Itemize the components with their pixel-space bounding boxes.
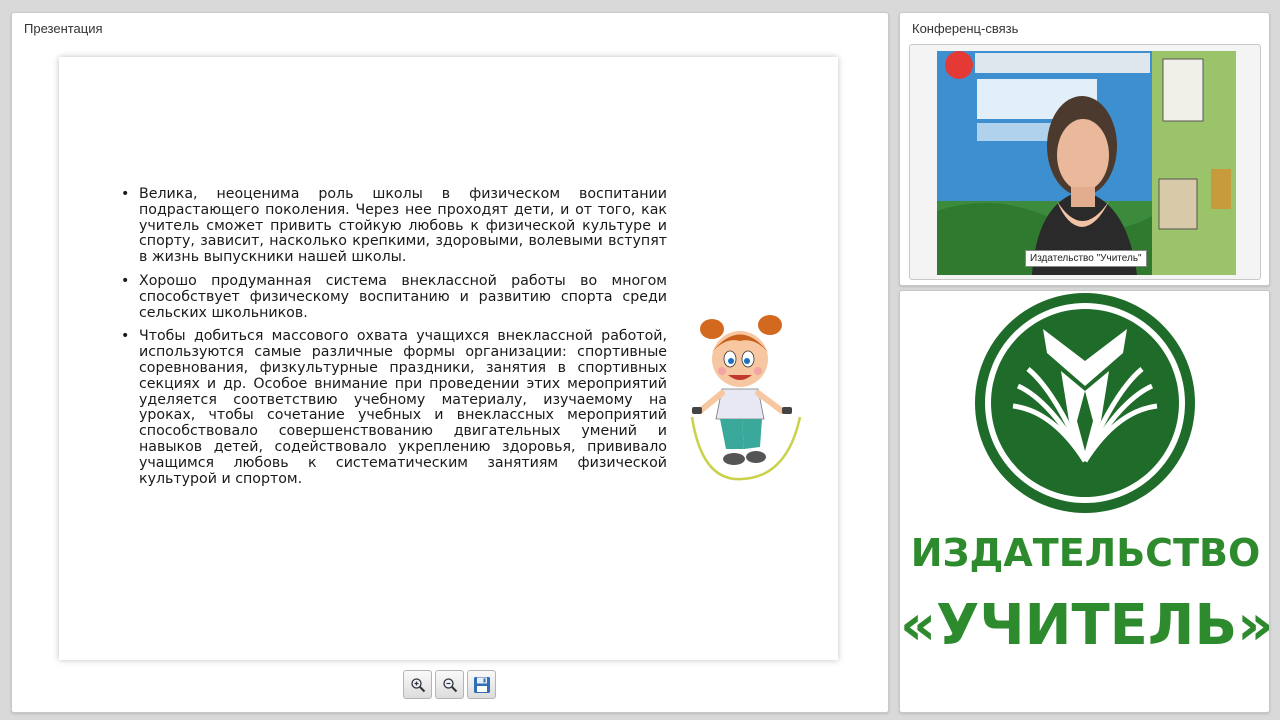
- slide-bullet-list: Велика, неоценима роль школы в физическо…: [119, 186, 667, 495]
- slide: Велика, неоценима роль школы в физическо…: [59, 57, 838, 660]
- conference-title: Конференц-связь: [912, 21, 1019, 36]
- slide-bullet: Велика, неоценима роль школы в физическо…: [119, 186, 667, 266]
- zoom-in-icon: [410, 677, 425, 692]
- zoom-in-button[interactable]: [403, 670, 432, 699]
- girl-jumping-rope-illustration: [690, 315, 802, 481]
- presentation-title: Презентация: [24, 21, 103, 36]
- webcam-video[interactable]: Издательство "Учитель": [937, 51, 1236, 275]
- video-frame: Издательство "Учитель": [909, 44, 1261, 280]
- save-button[interactable]: [467, 670, 496, 699]
- slide-bullet: Хорошо продуманная система внеклассной р…: [119, 273, 667, 321]
- caller-name-label: Издательство "Учитель": [1025, 250, 1147, 267]
- conference-panel: Конференц-связь Издательство "Учитель": [899, 12, 1270, 286]
- presentation-panel: Презентация Велика, неоценима роль школы…: [11, 12, 889, 713]
- zoom-out-icon: [442, 677, 457, 692]
- zoom-out-button[interactable]: [435, 670, 464, 699]
- webcam-feed-image: [937, 51, 1236, 275]
- floppy-disk-icon: [473, 676, 490, 693]
- publisher-name: «УЧИТЕЛЬ»: [900, 593, 1274, 658]
- publisher-logo-panel: ИЗДАТЕЛЬСТВО «УЧИТЕЛЬ»: [899, 290, 1274, 713]
- slide-bullet: Чтобы добиться массового охвата учащихся…: [119, 328, 667, 487]
- publisher-logo: [975, 293, 1195, 513]
- presentation-toolbar: [403, 670, 496, 700]
- publisher-word: ИЗДАТЕЛЬСТВО: [910, 531, 1261, 575]
